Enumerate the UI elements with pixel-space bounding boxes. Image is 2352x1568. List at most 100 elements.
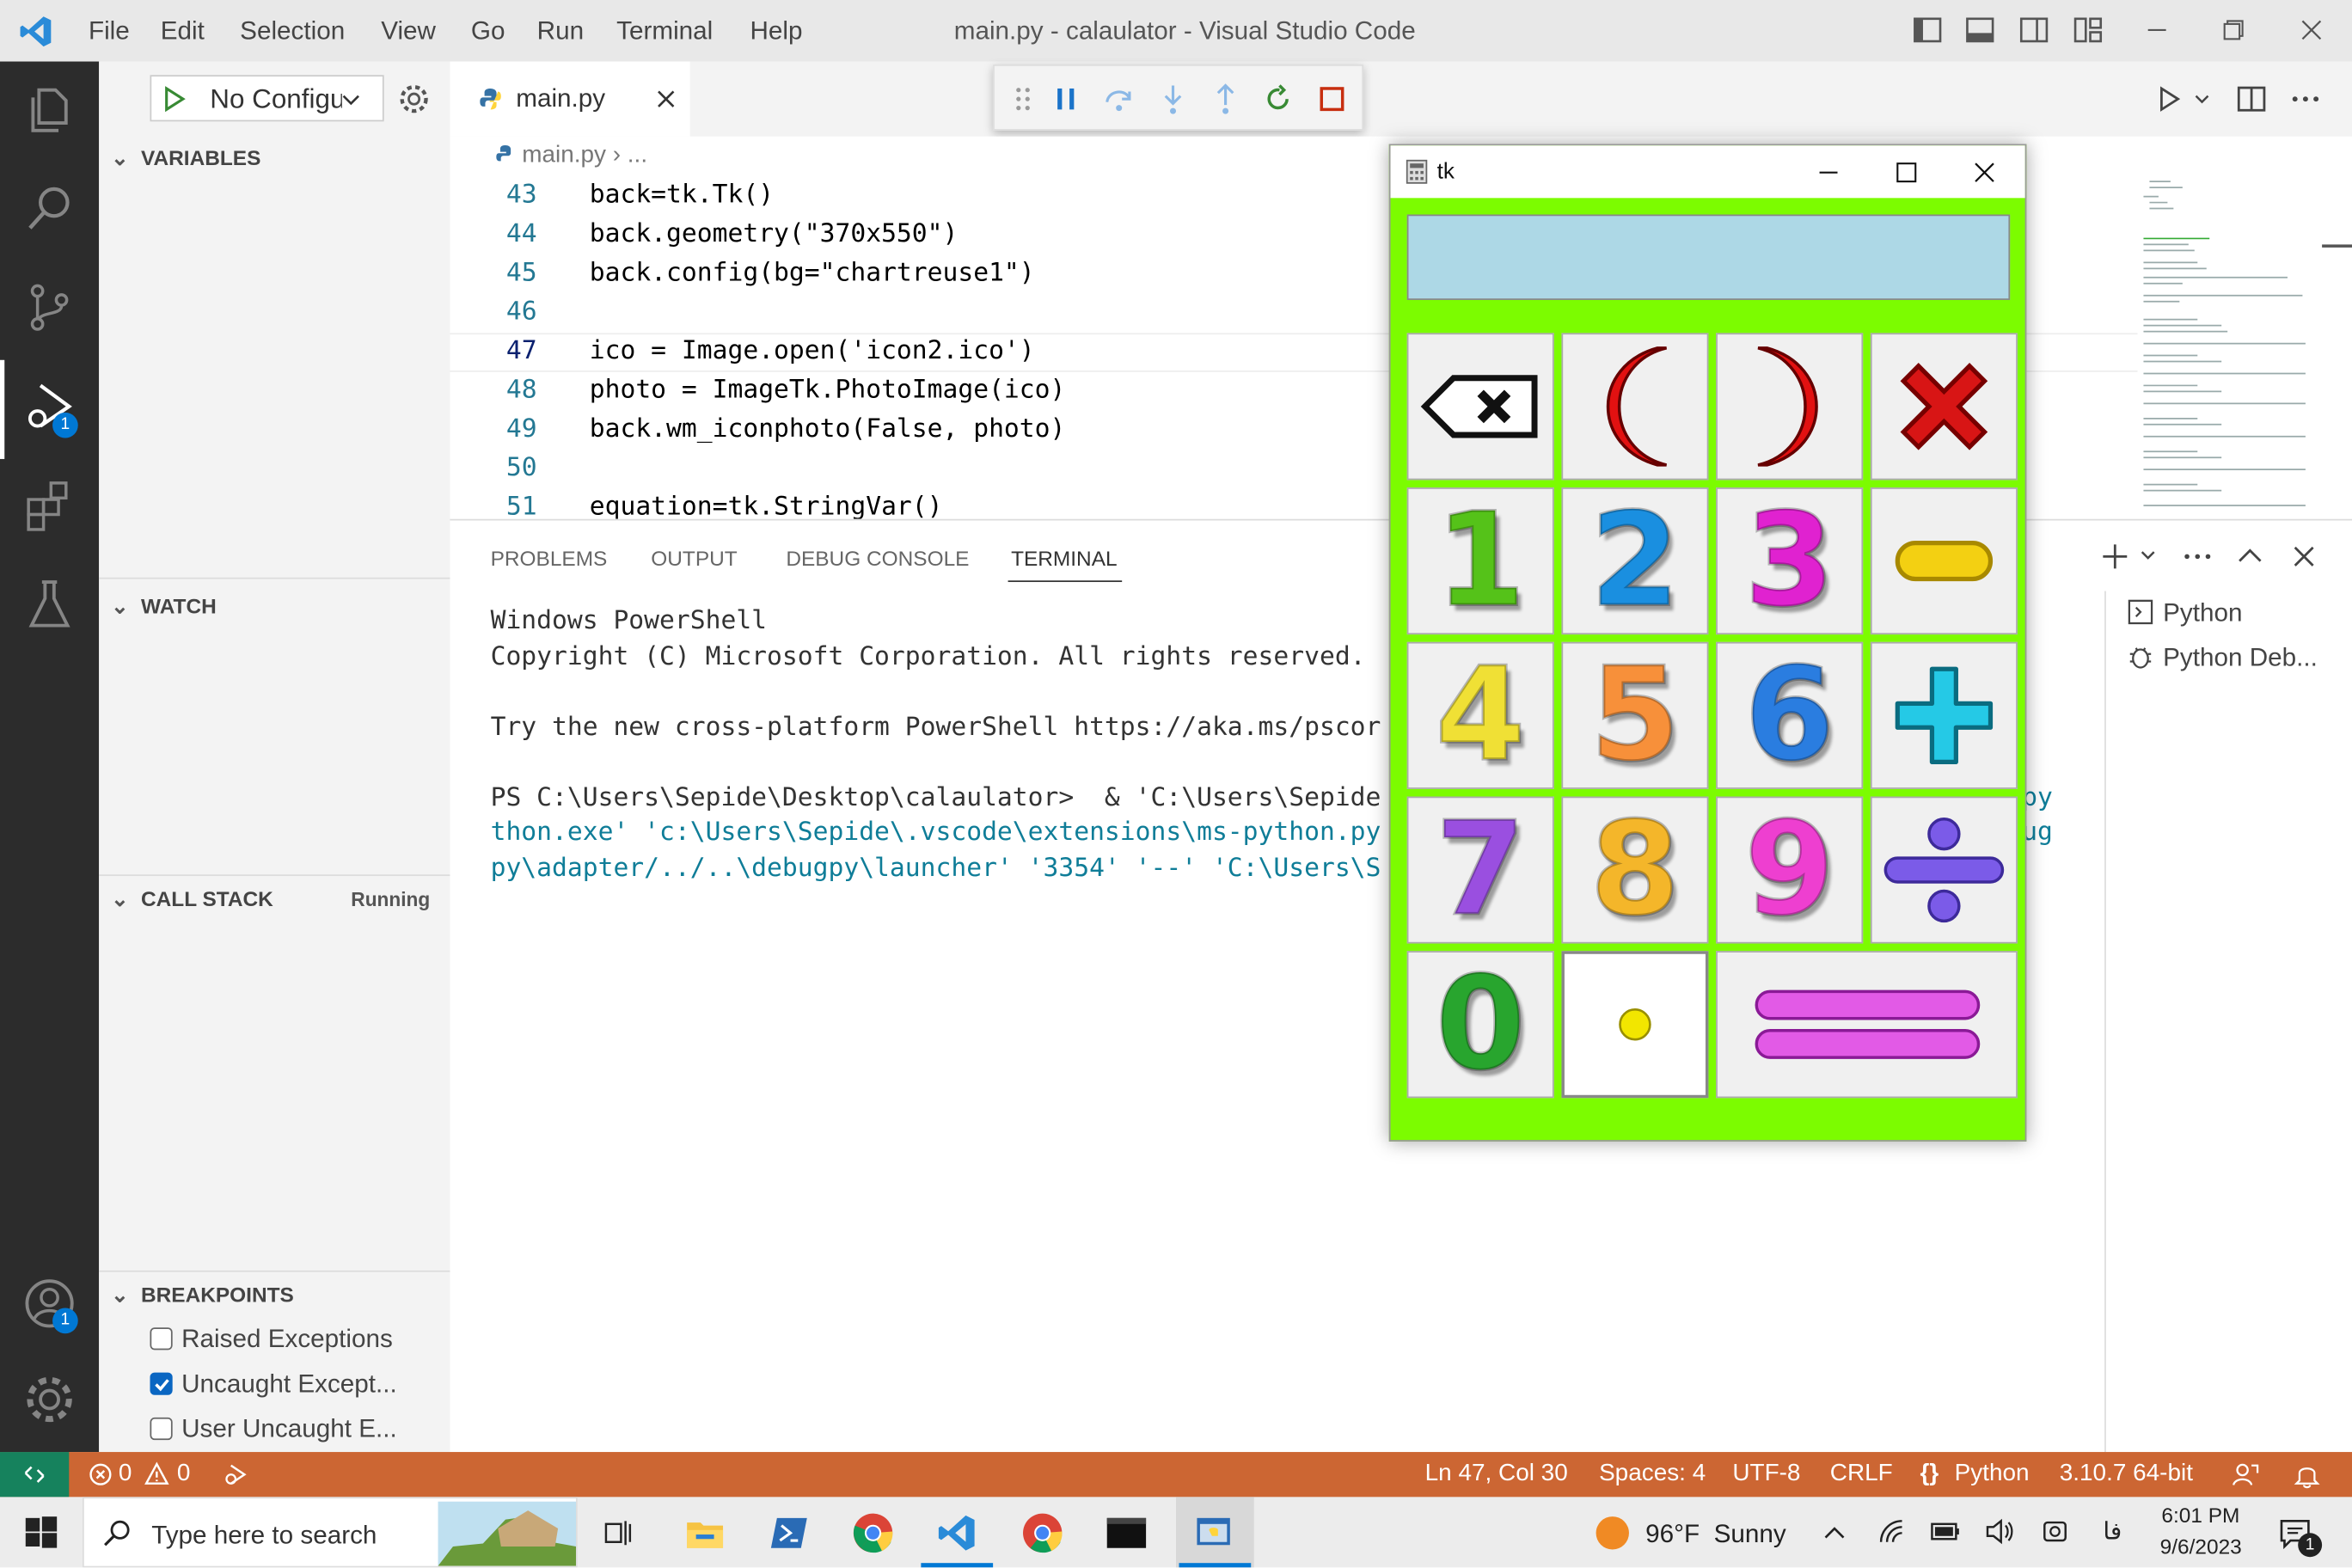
menu-run[interactable]: Run [537, 16, 584, 46]
close-paren-key[interactable] [1716, 333, 1864, 481]
menu-terminal[interactable]: Terminal [616, 16, 713, 46]
calculator-display[interactable] [1406, 214, 2011, 300]
manage-gear-icon[interactable] [20, 1369, 80, 1430]
input-language[interactable]: فا [2103, 1516, 2122, 1547]
run-python-file-icon[interactable] [2154, 84, 2184, 114]
backspace-key[interactable] [1406, 333, 1554, 481]
multiply-key[interactable] [1870, 333, 2018, 481]
checkbox[interactable] [150, 1417, 173, 1441]
chevron-down-icon[interactable] [2139, 546, 2157, 564]
digit-6-key[interactable]: 6 [1716, 639, 1864, 792]
tk-maximize-icon[interactable] [1891, 157, 1921, 187]
checkbox[interactable] [150, 1327, 173, 1351]
restore-icon[interactable] [2219, 15, 2249, 45]
minimize-icon[interactable] [2142, 15, 2172, 45]
search-icon[interactable] [20, 179, 80, 239]
variables-header[interactable]: ⌄ VARIABLES [111, 145, 260, 171]
decimal-key[interactable] [1561, 951, 1709, 1099]
terminal-app-icon[interactable] [1106, 1514, 1148, 1553]
menu-view[interactable]: View [381, 16, 436, 46]
explorer-icon[interactable] [20, 79, 80, 139]
run-config-select[interactable]: No Configu [150, 75, 384, 122]
digit-2-key[interactable]: 2 [1561, 485, 1709, 638]
menu-file[interactable]: File [89, 16, 130, 46]
close-window-icon[interactable] [2296, 15, 2326, 45]
testing-icon[interactable] [20, 574, 80, 634]
tab-problems[interactable]: PROBLEMS [491, 546, 608, 570]
stop-icon[interactable] [1315, 83, 1348, 115]
menu-edit[interactable]: Edit [161, 16, 205, 46]
step-out-icon[interactable] [1209, 83, 1241, 115]
file-explorer-icon[interactable] [684, 1512, 726, 1554]
meet-now-icon[interactable] [2040, 1516, 2070, 1547]
digit-1-key[interactable]: 1 [1406, 485, 1554, 638]
customize-layout-icon[interactable] [2073, 15, 2103, 45]
toggle-sidebar-icon[interactable] [1913, 15, 1943, 45]
chevron-down-icon[interactable] [2193, 90, 2211, 108]
minus-key[interactable] [1870, 487, 2018, 635]
extensions-icon[interactable] [20, 475, 80, 536]
watch-header[interactable]: ⌄ WATCH [111, 594, 217, 620]
terminal-python-debug[interactable]: Python Deb... [2127, 644, 2318, 674]
close-tab-icon[interactable] [654, 87, 678, 111]
python-tk-icon[interactable] [1192, 1512, 1234, 1554]
breadcrumb-file[interactable]: main.py [522, 143, 606, 168]
digit-4-key[interactable]: 4 [1406, 639, 1554, 792]
more-actions-icon[interactable] [2181, 540, 2214, 573]
digit-7-key[interactable]: 7 [1406, 793, 1554, 946]
chrome-icon[interactable] [1021, 1512, 1063, 1554]
step-over-icon[interactable] [1103, 83, 1136, 115]
new-terminal-icon[interactable] [2098, 540, 2131, 573]
call-stack-header[interactable]: ⌄ CALL STACK [111, 886, 273, 912]
step-into-icon[interactable] [1156, 83, 1189, 115]
close-panel-icon[interactable] [2288, 540, 2320, 573]
terminal-python[interactable]: Python [2127, 598, 2243, 628]
breakpoints-header[interactable]: ⌄ BREAKPOINTS [111, 1283, 294, 1308]
indentation[interactable]: Spaces: 4 [1599, 1461, 1706, 1488]
start-debugging-icon[interactable] [161, 85, 187, 113]
tab-output[interactable]: OUTPUT [651, 546, 737, 570]
language-mode[interactable]: Python [1955, 1461, 2030, 1488]
menu-selection[interactable]: Selection [240, 16, 345, 46]
cursor-position[interactable]: Ln 47, Col 30 [1425, 1461, 1568, 1488]
drag-handle-icon[interactable] [1013, 85, 1033, 112]
powershell-icon[interactable] [768, 1512, 810, 1554]
clock-time[interactable]: 6:01 PM [2161, 1503, 2239, 1527]
debug-run-icon[interactable] [222, 1461, 248, 1488]
encoding[interactable]: UTF-8 [1732, 1461, 1800, 1488]
split-editor-icon[interactable] [2235, 83, 2268, 115]
volume-icon[interactable] [1983, 1516, 2016, 1547]
clock-date[interactable]: 9/6/2023 [2160, 1534, 2242, 1559]
battery-icon[interactable] [1929, 1516, 1962, 1547]
digit-8-key[interactable]: 8 [1561, 793, 1709, 946]
show-hidden-icons-chevron-icon[interactable] [1821, 1520, 1847, 1547]
restart-icon[interactable] [1261, 83, 1294, 115]
task-view-icon[interactable] [602, 1516, 634, 1549]
plus-key[interactable] [1870, 641, 2018, 789]
checkbox-checked[interactable] [150, 1372, 173, 1395]
breakpoint-raised-exceptions[interactable]: Raised Exceptions [150, 1325, 393, 1355]
digit-0-key[interactable]: 0 [1406, 948, 1554, 1101]
scrollbar-thumb[interactable] [2322, 244, 2352, 248]
open-paren-key[interactable] [1561, 333, 1709, 481]
minimap[interactable] [2137, 175, 2320, 519]
tk-title-bar[interactable]: tk [1390, 145, 2025, 199]
remote-indicator[interactable] [0, 1452, 70, 1498]
tab-main-py[interactable]: main.py [450, 61, 690, 137]
source-control-icon[interactable] [20, 278, 80, 338]
warning-count[interactable]: 0 [177, 1461, 191, 1488]
digit-9-key[interactable]: 9 [1716, 793, 1864, 946]
divide-key[interactable] [1870, 796, 2018, 944]
network-icon[interactable] [1877, 1516, 1907, 1547]
toggle-panel-icon[interactable] [1965, 15, 1995, 45]
end-of-line[interactable]: CRLF [1830, 1461, 1893, 1488]
breadcrumb-symbol[interactable]: ... [628, 143, 647, 168]
notifications-bell-icon[interactable] [2292, 1460, 2322, 1490]
toggle-secondary-sidebar-icon[interactable] [2019, 15, 2049, 45]
tk-minimize-icon[interactable] [1814, 157, 1844, 187]
maximize-panel-icon[interactable] [2233, 540, 2266, 573]
tab-debug-console[interactable]: DEBUG CONSOLE [786, 546, 969, 570]
digit-5-key[interactable]: 5 [1561, 639, 1709, 792]
error-count[interactable]: 0 [119, 1461, 132, 1488]
breakpoint-user-uncaught[interactable]: User Uncaught E... [150, 1414, 397, 1444]
